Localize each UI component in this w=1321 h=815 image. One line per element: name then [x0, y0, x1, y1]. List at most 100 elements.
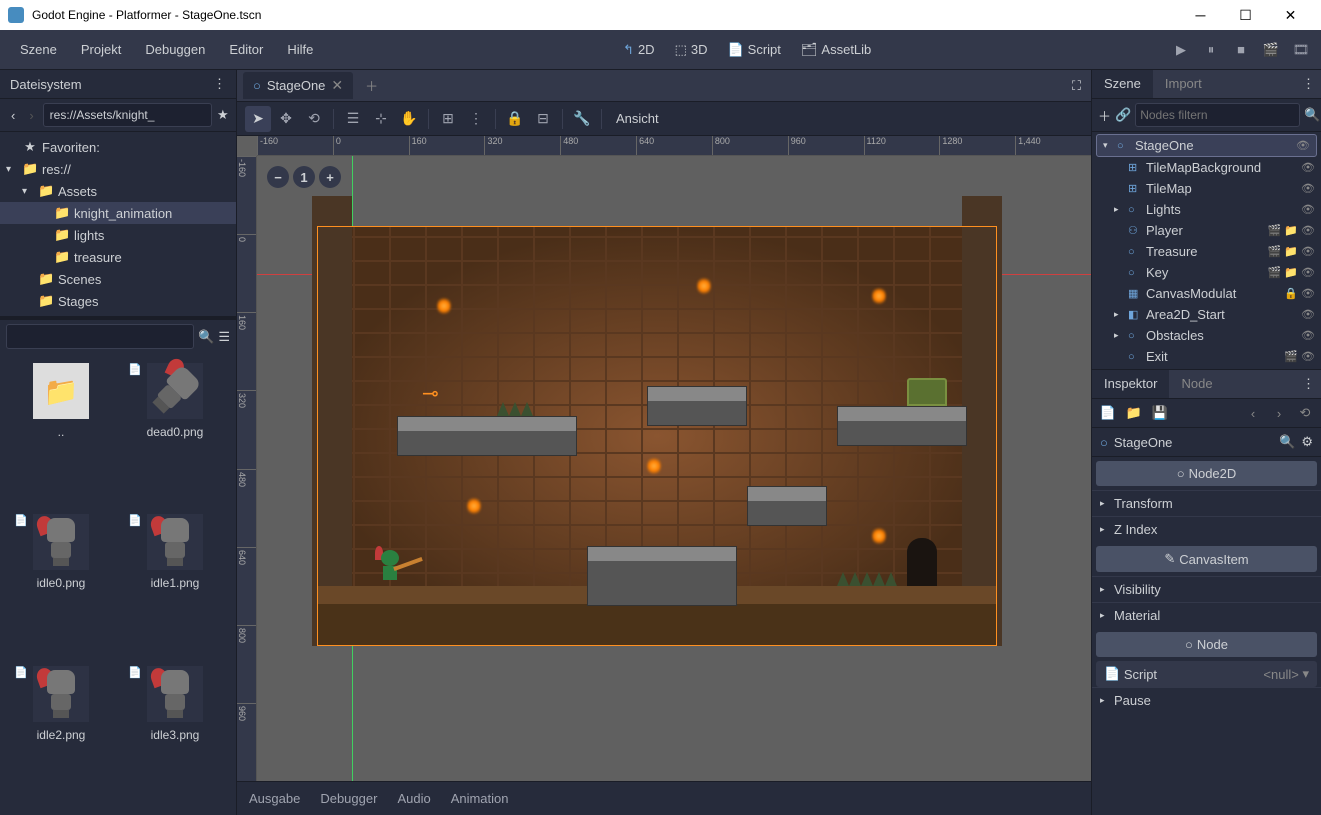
menu-editor[interactable]: Editor: [217, 34, 275, 65]
prop-zindex[interactable]: ▸Z Index: [1092, 516, 1321, 542]
fs-tree-item[interactable]: 📁knight_animation: [0, 202, 236, 224]
favorite-button[interactable]: ★: [216, 103, 230, 127]
prop-transform[interactable]: ▸Transform: [1092, 490, 1321, 516]
load-resource-icon[interactable]: 📁: [1124, 403, 1144, 423]
prop-script[interactable]: 📄 Script <null> ▾: [1096, 661, 1317, 687]
mode-2d[interactable]: ↰ 2D: [613, 36, 665, 64]
dock-menu-icon[interactable]: ⋮: [1296, 70, 1321, 98]
pause-button[interactable]: ⏸: [1199, 38, 1223, 62]
select-tool[interactable]: ➤: [245, 106, 271, 132]
zoom-out-button[interactable]: −: [267, 166, 289, 188]
node-tab[interactable]: Node: [1169, 370, 1224, 398]
scene-dock-tab[interactable]: Szene: [1092, 70, 1153, 98]
favorites-row[interactable]: ★Favoriten:: [0, 136, 236, 158]
history-icon[interactable]: ⟲: [1295, 403, 1315, 423]
scene-node[interactable]: ⊞TileMapBackground 👁: [1092, 157, 1321, 178]
fs-tree-item[interactable]: ▾📁Assets: [0, 180, 236, 202]
group-tool[interactable]: ⊟: [530, 106, 556, 132]
filesystem-tab[interactable]: Dateisystem⋮: [0, 70, 236, 99]
scene-node[interactable]: ⊞TileMap 👁: [1092, 178, 1321, 199]
scene-node[interactable]: ▸○Lights 👁: [1092, 199, 1321, 220]
menu-debug[interactable]: Debuggen: [133, 34, 217, 65]
prop-visibility[interactable]: ▸Visibility: [1092, 576, 1321, 602]
fs-tree-item[interactable]: 📁Scenes: [0, 268, 236, 290]
prop-pause[interactable]: ▸Pause: [1092, 687, 1321, 713]
list-tool[interactable]: ☰: [340, 106, 366, 132]
search-icon[interactable]: 🔍: [198, 329, 214, 345]
view-mode-icon[interactable]: ☰: [218, 329, 230, 345]
minimize-button[interactable]: ─: [1178, 0, 1223, 30]
output-tab[interactable]: Ausgabe: [249, 791, 300, 806]
save-resource-icon[interactable]: 💾: [1150, 403, 1170, 423]
debugger-tab[interactable]: Debugger: [320, 791, 377, 806]
inspector-search-icon[interactable]: 🔍: [1279, 434, 1295, 450]
add-node-button[interactable]: ＋: [1098, 103, 1111, 127]
ruler-tool[interactable]: ⊹: [368, 106, 394, 132]
close-tab-icon[interactable]: ✕: [331, 77, 343, 94]
scene-node[interactable]: ▸○Obstacles 👁: [1092, 325, 1321, 346]
section-canvasitem[interactable]: ✎CanvasItem: [1096, 546, 1317, 572]
zoom-in-button[interactable]: +: [319, 166, 341, 188]
history-fwd-icon[interactable]: ›: [1269, 403, 1289, 423]
scene-node[interactable]: ⚇Player🎬 📁 👁: [1092, 220, 1321, 241]
fs-tree-item[interactable]: 📁lights: [0, 224, 236, 246]
move-tool[interactable]: ✥: [273, 106, 299, 132]
scene-node[interactable]: ▾○StageOne 👁: [1096, 134, 1317, 157]
viewport[interactable]: -1600160320480640800960112012801,440 -16…: [237, 136, 1091, 781]
mode-script[interactable]: 📄 Script: [717, 36, 790, 64]
stop-button[interactable]: ■: [1229, 38, 1253, 62]
scene-node[interactable]: ▸◧Area2D_Start 👁: [1092, 304, 1321, 325]
mode-3d[interactable]: ⬚ 3D: [665, 36, 718, 64]
lock-tool[interactable]: 🔒: [502, 106, 528, 132]
new-resource-icon[interactable]: 📄: [1098, 403, 1118, 423]
animation-tab[interactable]: Animation: [451, 791, 509, 806]
history-back-icon[interactable]: ‹: [1243, 403, 1263, 423]
audio-tab[interactable]: Audio: [397, 791, 430, 806]
play-custom-button[interactable]: 🎞: [1289, 38, 1313, 62]
play-scene-button[interactable]: 🎬: [1259, 38, 1283, 62]
scene-node[interactable]: ○Exit🎬 👁: [1092, 346, 1321, 367]
node-filter-input[interactable]: [1135, 103, 1300, 127]
fs-tree-item[interactable]: 📁Stages: [0, 290, 236, 312]
pan-tool[interactable]: ✋: [396, 106, 422, 132]
play-button[interactable]: ▶: [1169, 38, 1193, 62]
menu-help[interactable]: Hilfe: [275, 34, 325, 65]
import-dock-tab[interactable]: Import: [1153, 70, 1214, 98]
menu-scene[interactable]: Szene: [8, 34, 69, 65]
file-item[interactable]: 📄dead0.png: [120, 359, 230, 506]
mode-assetlib[interactable]: 🗂 AssetLib: [791, 36, 881, 64]
path-input[interactable]: [43, 103, 212, 127]
snap-options[interactable]: ⋮: [463, 106, 489, 132]
scene-tab-stageone[interactable]: ○StageOne✕: [243, 72, 353, 99]
inspector-tab[interactable]: Inspektor: [1092, 370, 1169, 398]
distraction-free-icon[interactable]: ⛶: [1068, 74, 1085, 98]
file-item[interactable]: 📄idle3.png: [120, 662, 230, 809]
fs-tree-item[interactable]: ▾📁res://: [0, 158, 236, 180]
file-item[interactable]: 📁..: [6, 359, 116, 506]
file-item[interactable]: 📄idle0.png: [6, 510, 116, 657]
panel-menu-icon[interactable]: ⋮: [213, 76, 226, 92]
file-search-input[interactable]: [6, 324, 194, 349]
view-menu[interactable]: Ansicht: [608, 111, 667, 126]
nav-back-button[interactable]: ‹: [6, 103, 20, 127]
fs-tree-item[interactable]: 📁treasure: [0, 246, 236, 268]
new-tab-button[interactable]: ＋: [357, 72, 386, 99]
inspector-menu-icon[interactable]: ⋮: [1296, 370, 1321, 398]
scene-node[interactable]: ▦CanvasModulat🔒 👁: [1092, 283, 1321, 304]
snap-tool[interactable]: ⊞: [435, 106, 461, 132]
file-item[interactable]: 📄idle2.png: [6, 662, 116, 809]
inspector-filter-icon[interactable]: ⚙: [1301, 434, 1313, 450]
section-node2d[interactable]: ○Node2D: [1096, 461, 1317, 486]
instance-button[interactable]: 🔗: [1115, 103, 1131, 127]
menu-project[interactable]: Projekt: [69, 34, 133, 65]
nav-fwd-button[interactable]: ›: [24, 103, 38, 127]
zoom-reset-button[interactable]: 1: [293, 166, 315, 188]
filter-search-icon[interactable]: 🔍: [1304, 103, 1320, 127]
scene-node[interactable]: ○Key🎬 📁 👁: [1092, 262, 1321, 283]
maximize-button[interactable]: ☐: [1223, 0, 1268, 30]
bone-tool[interactable]: 🔧: [569, 106, 595, 132]
prop-material[interactable]: ▸Material: [1092, 602, 1321, 628]
section-node[interactable]: ○Node: [1096, 632, 1317, 657]
rotate-tool[interactable]: ⟲: [301, 106, 327, 132]
file-item[interactable]: 📄idle1.png: [120, 510, 230, 657]
